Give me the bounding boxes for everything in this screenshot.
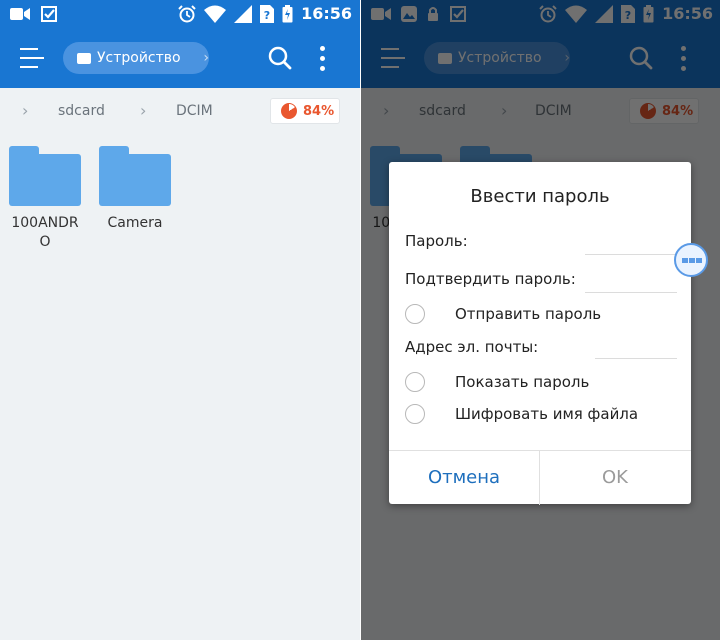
hamburger-icon[interactable] [20,48,44,68]
file-manager-screen-with-dialog: ? 16:56 Устройство › › sdcard › DCIM 84% [361,0,720,640]
password-dialog: Ввести пароль Пароль: Подтвердить пароль… [389,162,691,505]
breadcrumb-dcim[interactable]: DCIM [176,103,213,119]
storage-percent: 84% [303,103,335,119]
download-check-icon [41,6,57,22]
show-password-checkbox[interactable] [405,372,425,392]
signal-icon [234,5,253,23]
battery-icon [282,5,293,23]
alarm-icon [178,5,196,23]
storage-pie-icon [281,103,297,119]
chevron-right-icon: › [140,101,147,120]
file-manager-screen: ? 16:56 Устройство › › sdcard › DCIM 84% [0,0,360,640]
folder-icon [99,146,171,206]
svg-text:?: ? [264,9,270,22]
search-icon[interactable] [268,46,292,70]
encrypt-filename-label: Шифровать имя файла [455,405,639,423]
storage-indicator[interactable]: 84% [270,98,340,124]
email-label: Адрес эл. почты: [405,338,539,356]
folder-icon [9,146,81,206]
encrypt-filename-checkbox[interactable] [405,404,425,424]
send-password-label: Отправить пароль [455,305,602,323]
dialog-title: Ввести пароль [470,186,610,207]
floating-bubble-icon[interactable] [674,243,708,277]
sim-icon: ? [260,5,275,23]
dialog-buttons: Отмена OK [389,450,691,505]
folder-name: 100ANDRO [11,215,79,250]
folder-item[interactable]: Camera [97,134,173,233]
app-bar: Устройство › [0,28,360,88]
email-field[interactable] [595,358,677,359]
cancel-button[interactable]: Отмена [389,451,539,505]
breadcrumb: › sdcard › DCIM 84% [0,88,360,134]
overflow-menu-icon[interactable] [318,46,326,72]
folder-name: Camera [107,215,163,231]
confirm-password-field[interactable] [585,292,677,293]
location-pill[interactable]: Устройство › [63,42,209,74]
confirm-password-label: Подтвердить пароль: [405,270,576,288]
send-password-checkbox[interactable] [405,304,425,324]
ok-button[interactable]: OK [540,451,690,505]
password-field[interactable] [585,254,677,255]
status-bar: ? 16:56 [0,0,360,28]
chevron-right-icon: › [203,50,209,66]
password-label: Пароль: [405,232,468,250]
folder-item[interactable]: 100ANDRO [7,134,83,252]
device-icon [77,52,91,64]
video-icon [10,8,30,20]
location-label: Устройство [97,50,181,66]
show-password-label: Показать пароль [455,373,590,391]
wifi-icon [204,5,227,23]
breadcrumb-sdcard[interactable]: sdcard [58,103,105,119]
clock: 16:56 [301,4,352,23]
chevron-right-icon: › [22,101,29,120]
